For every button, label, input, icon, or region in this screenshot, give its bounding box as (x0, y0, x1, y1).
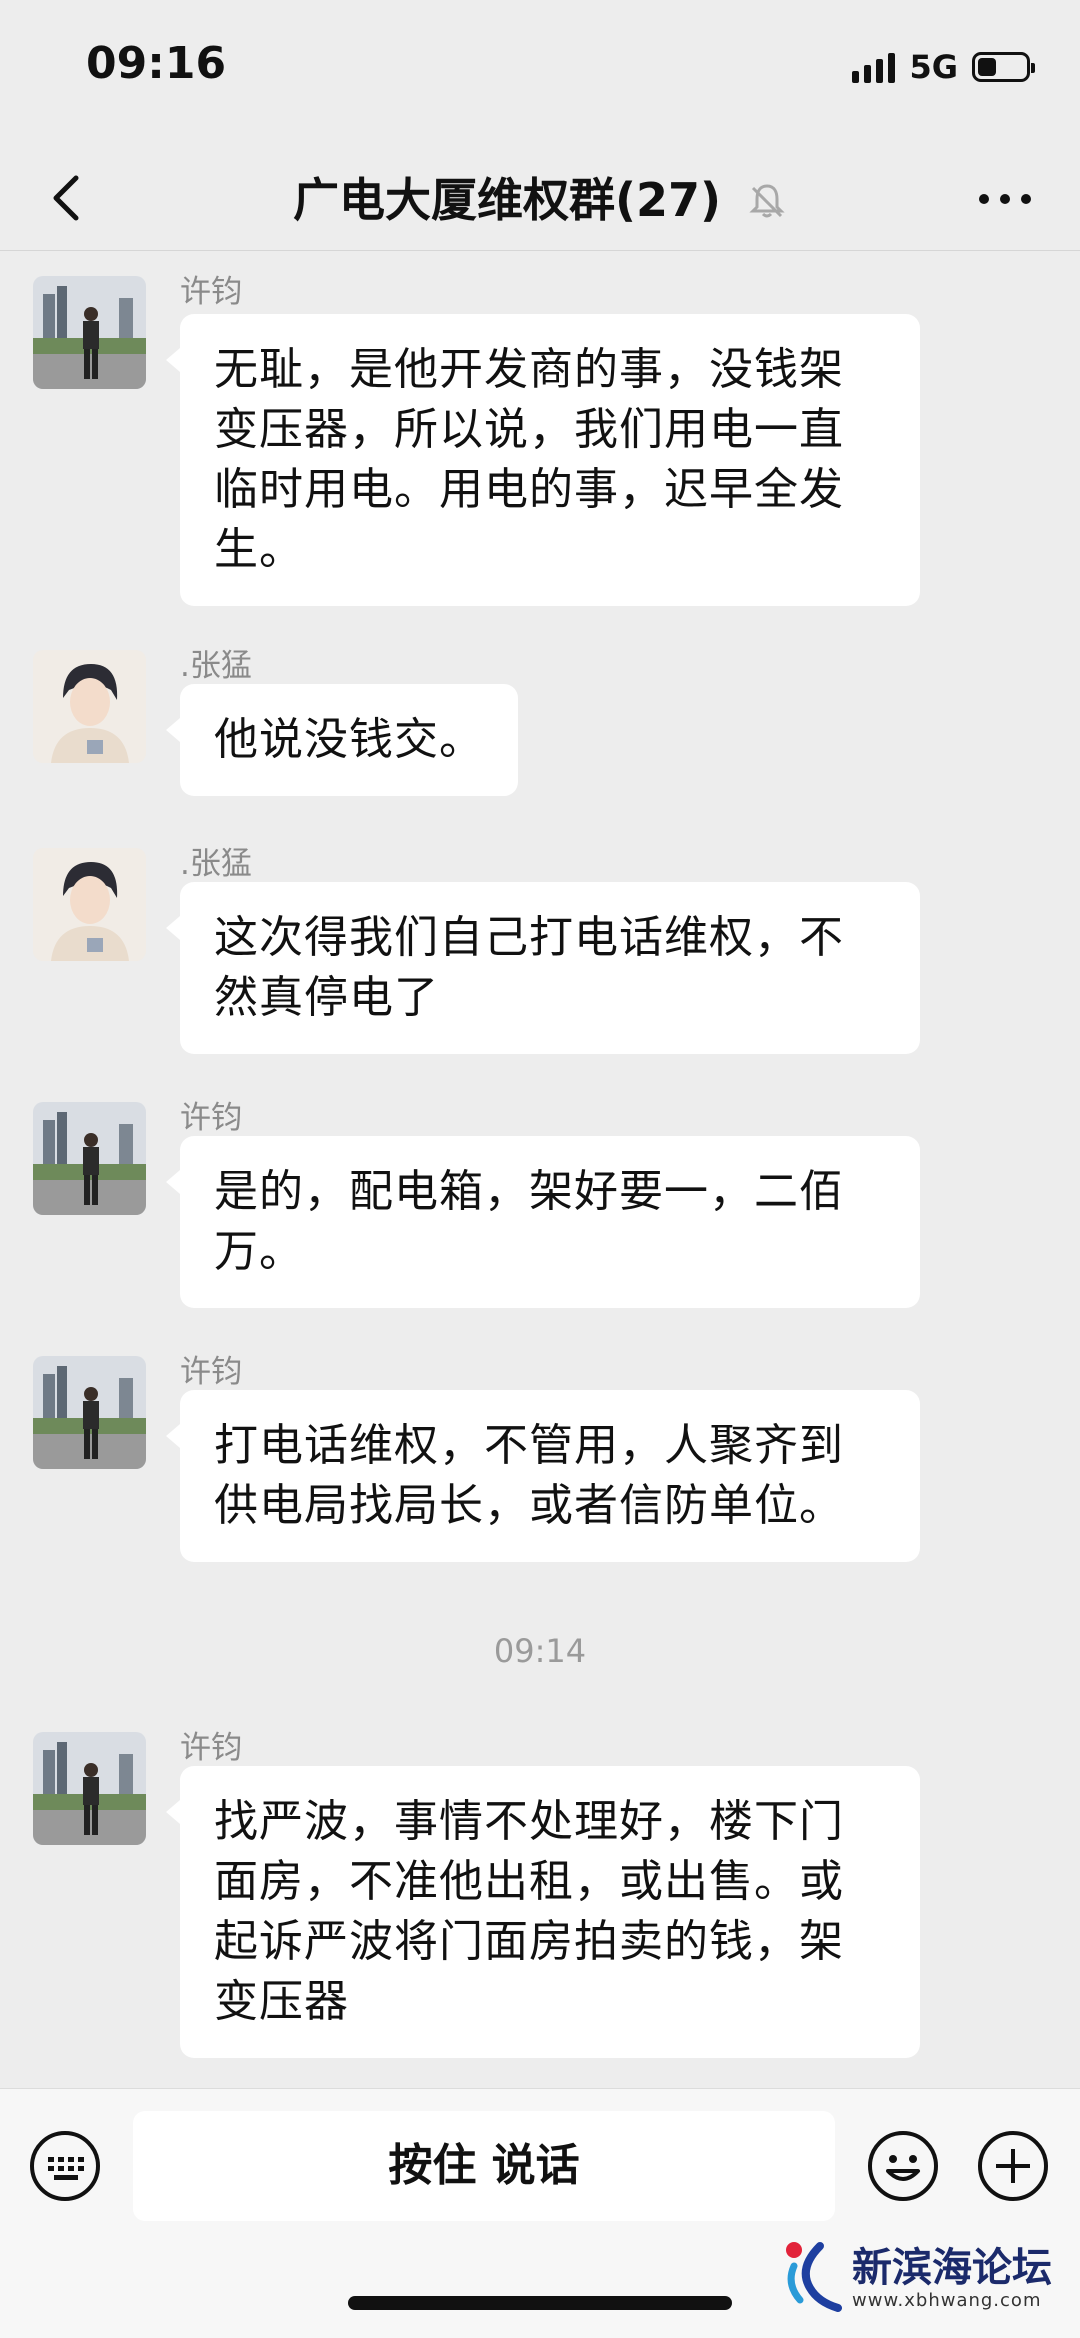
avatar[interactable] (33, 848, 146, 961)
watermark-url: www.xbhwang.com (852, 2289, 1042, 2311)
message-bubble[interactable]: 无耻，是他开发商的事，没钱架变压器，所以说，我们用电一直临时用电。用电的事，迟早… (166, 314, 920, 606)
home-indicator[interactable] (348, 2296, 732, 2310)
more-icon[interactable] (970, 174, 1040, 224)
message-bubble[interactable]: 打电话维权，不管用，人聚齐到供电局找局长，或者信防单位。 (166, 1390, 920, 1562)
emoji-icon[interactable] (866, 2129, 940, 2203)
message-list[interactable]: 许钧 无耻，是他开发商的事，没钱架变压器，所以说，我们用电一直临时用电。用电的事… (0, 252, 1080, 2087)
sender-name: 许钧 (180, 1730, 242, 1766)
status-time: 09:16 (86, 38, 227, 89)
hold-to-talk-button[interactable]: 按住 说话 (133, 2111, 835, 2221)
battery-icon (972, 52, 1035, 82)
status-bar: 09:16 5G (0, 0, 1080, 140)
plus-icon[interactable] (976, 2129, 1050, 2203)
avatar[interactable] (33, 1732, 146, 1845)
watermark-name: 新滨海论坛 (852, 2244, 1052, 2291)
message-bubble[interactable]: 是的，配电箱，架好要一，二佰万。 (166, 1136, 920, 1308)
network-label: 5G (909, 48, 958, 86)
sender-name: 许钧 (180, 1100, 242, 1136)
avatar[interactable] (33, 276, 146, 389)
keyboard-icon[interactable] (28, 2129, 102, 2203)
mute-bell-icon (747, 177, 787, 231)
page-title: 广电大厦维权群(27) (0, 164, 1080, 231)
sender-name: 许钧 (180, 274, 242, 310)
message-bubble[interactable]: 他说没钱交。 (166, 684, 518, 796)
sender-name: 许钧 (180, 1354, 242, 1390)
avatar[interactable] (33, 1102, 146, 1215)
signal-icon (852, 51, 896, 83)
message-timestamp: 09:14 (493, 1632, 587, 1670)
message-bubble[interactable]: 这次得我们自己打电话维权，不然真停电了 (166, 882, 920, 1054)
chat-header: 广电大厦维权群(27) (0, 140, 1080, 251)
avatar[interactable] (33, 1356, 146, 1469)
watermark: 新滨海论坛 www.xbhwang.com (780, 2238, 1052, 2318)
avatar[interactable] (33, 650, 146, 763)
sender-name: .张猛 (180, 648, 252, 684)
status-icons: 5G (852, 48, 1035, 86)
group-title: 广电大厦维权群(27) (292, 173, 722, 227)
sender-name: .张猛 (180, 846, 252, 882)
watermark-logo-icon (786, 2242, 842, 2312)
message-bubble[interactable]: 找严波，事情不处理好，楼下门面房，不准他出租，或出售。或起诉严波将门面房拍卖的钱… (166, 1766, 920, 2058)
